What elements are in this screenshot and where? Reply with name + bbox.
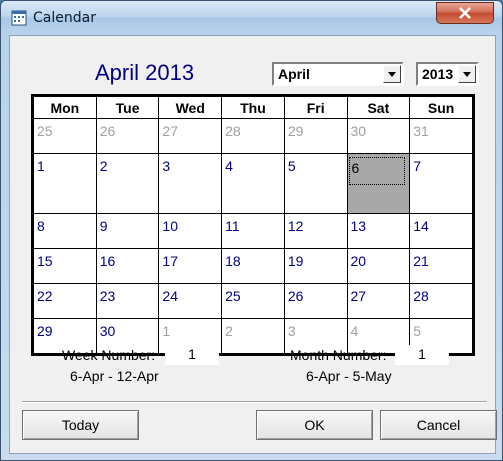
week-number-field: 1	[165, 345, 219, 365]
chevron-down-icon[interactable]	[458, 65, 476, 83]
day-cell[interactable]: 8	[33, 213, 97, 249]
day-cell[interactable]: 4	[221, 153, 285, 214]
weekday-header: Mon	[33, 96, 97, 119]
day-number: 6	[348, 157, 406, 185]
day-cell[interactable]: 5	[283, 153, 348, 214]
week-row: 1234567	[33, 153, 473, 214]
day-cell[interactable]: 26	[95, 118, 160, 154]
day-cell[interactable]: 19	[283, 248, 348, 284]
week-row: 22 23 24 25 26 27 28	[33, 283, 473, 319]
cancel-button[interactable]: Cancel	[380, 410, 497, 440]
weekday-header-row: Mon Tue Wed Thu Fri Sat Sun	[33, 96, 473, 119]
day-cell[interactable]: 27	[158, 118, 223, 154]
weekday-header: Tue	[95, 96, 160, 119]
day-cell[interactable]: 31	[409, 118, 473, 154]
ok-button[interactable]: OK	[256, 410, 373, 440]
day-cell[interactable]: 20	[346, 248, 411, 284]
title-bar[interactable]: Calendar	[1, 1, 502, 35]
week-row: 15 16 17 18 19 20 21	[33, 248, 473, 284]
weekday-header: Sun	[409, 96, 473, 119]
day-cell[interactable]: 25	[221, 283, 285, 319]
window-title: Calendar	[33, 10, 96, 26]
day-cell[interactable]: 13	[346, 213, 411, 249]
day-cell[interactable]: 3	[158, 153, 223, 214]
day-cell[interactable]: 11	[221, 213, 285, 249]
day-cell[interactable]: 28	[221, 118, 285, 154]
day-cell[interactable]: 9	[95, 213, 160, 249]
day-cell[interactable]: 25	[33, 118, 97, 154]
calendar-icon	[11, 10, 27, 26]
chevron-down-icon[interactable]	[383, 65, 401, 83]
day-cell[interactable]: 24	[158, 283, 223, 319]
day-cell[interactable]: 21	[409, 248, 473, 284]
day-cell[interactable]: 14	[409, 213, 473, 249]
day-cell[interactable]: 7	[409, 153, 473, 214]
day-cell[interactable]: 1	[33, 153, 97, 214]
weekday-header: Fri	[283, 96, 348, 119]
dialog-client-area: April 2013 April 2013 Mon Tue Wed Thu Fri Sat…	[9, 35, 497, 454]
year-select-value: 2013	[422, 66, 454, 82]
weekday-header: Sat	[346, 96, 411, 119]
day-cell[interactable]: 18	[221, 248, 285, 284]
day-cell[interactable]: 27	[346, 283, 411, 319]
week-number-label: Week Number:	[62, 347, 156, 363]
day-cell[interactable]: 29	[283, 118, 348, 154]
day-cell[interactable]: 2	[221, 318, 285, 354]
weekday-header: Wed	[158, 96, 223, 119]
week-row: 25 26 27 28 29 30 31	[33, 118, 473, 154]
close-button[interactable]	[436, 2, 494, 24]
month-select[interactable]: April	[272, 62, 404, 86]
week-row: 8 9 10 11 12 13 14	[33, 213, 473, 249]
day-cell[interactable]: 28	[409, 283, 473, 319]
today-button-label: Today	[61, 417, 100, 433]
close-icon	[459, 7, 471, 19]
day-cell[interactable]: 17	[158, 248, 223, 284]
ok-button-label: OK	[304, 417, 325, 433]
week-range-text: 6-Apr - 12-Apr	[70, 368, 159, 384]
day-cell[interactable]: 16	[95, 248, 160, 284]
weekday-header: Thu	[221, 96, 285, 119]
divider	[22, 401, 487, 403]
day-cell[interactable]: 30	[346, 118, 411, 154]
month-year-title: April 2013	[95, 60, 195, 85]
day-cell[interactable]: 15	[33, 248, 97, 284]
calendar-window: Calendar April 2013 April 2013 Mon Tue Wed…	[0, 0, 503, 461]
month-select-value: April	[278, 66, 310, 82]
month-number-label: Month Number:	[290, 347, 387, 363]
today-button[interactable]: Today	[22, 410, 139, 440]
day-cell[interactable]: 10	[158, 213, 223, 249]
calendar-grid: Mon Tue Wed Thu Fri Sat Sun 25 26 27 28 29 30 31 1 2 3 4…	[31, 94, 475, 356]
month-range-text: 6-Apr - 5-May	[306, 368, 392, 384]
day-cell[interactable]: 12	[283, 213, 348, 249]
month-number-field: 1	[395, 345, 449, 365]
cancel-button-label: Cancel	[416, 417, 461, 433]
day-cell[interactable]: 22	[33, 283, 97, 319]
year-select[interactable]: 2013	[416, 62, 479, 86]
day-cell[interactable]: 26	[283, 283, 348, 319]
day-cell-selected[interactable]: 6	[346, 153, 411, 214]
day-cell[interactable]: 23	[95, 283, 160, 319]
day-cell[interactable]: 2	[95, 153, 160, 214]
